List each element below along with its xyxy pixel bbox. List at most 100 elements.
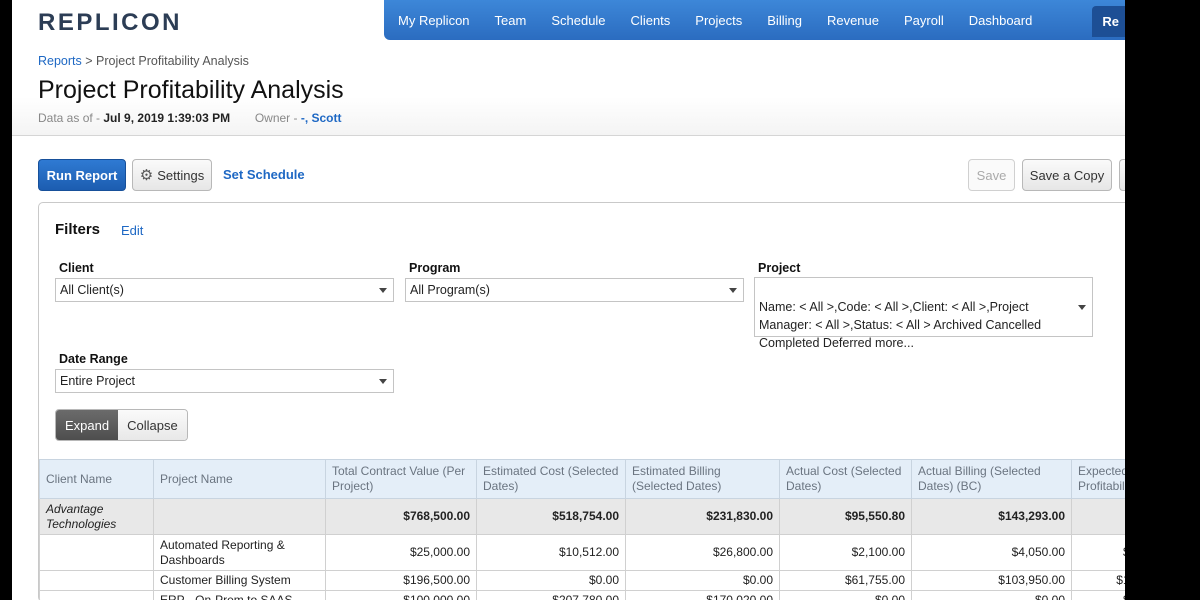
date-range-value: Entire Project bbox=[60, 374, 136, 388]
table-cell bbox=[1071, 498, 1125, 535]
table-cell: $0.00 bbox=[625, 570, 780, 591]
filters-panel: Filters Edit Client All Client(s) Progra… bbox=[38, 202, 1125, 600]
table-row[interactable]: Customer Billing System $196,500.00 $0.0… bbox=[39, 570, 1125, 591]
table-cell: $0.00 bbox=[476, 570, 626, 591]
project-name-cell: Customer Billing System bbox=[153, 570, 326, 591]
settings-button[interactable]: ⚙ Settings bbox=[132, 159, 212, 191]
group-project-name bbox=[153, 498, 326, 535]
data-as-of-label: Data as of - bbox=[38, 111, 104, 125]
chevron-down-icon bbox=[729, 288, 737, 293]
table-cell bbox=[39, 534, 154, 571]
nav-clients[interactable]: Clients bbox=[631, 13, 671, 28]
nav-dashboard[interactable]: Dashboard bbox=[969, 13, 1033, 28]
program-filter-label: Program bbox=[409, 261, 461, 275]
table-cell: $25,000.00 bbox=[325, 534, 477, 571]
data-as-of-value: Jul 9, 2019 1:39:03 PM bbox=[103, 111, 231, 125]
program-select-value: All Program(s) bbox=[410, 283, 490, 297]
set-schedule-link[interactable]: Set Schedule bbox=[223, 167, 305, 182]
table-cell: $196 bbox=[1071, 570, 1125, 591]
client-select[interactable]: All Client(s) bbox=[55, 278, 394, 302]
table-cell: $61,755.00 bbox=[779, 570, 912, 591]
expand-collapse-toggle: Expand Collapse bbox=[55, 409, 188, 441]
chevron-down-icon bbox=[379, 288, 387, 293]
owner-link[interactable]: -, Scott bbox=[301, 111, 342, 125]
table-cell: $170,020.00 bbox=[625, 590, 780, 600]
app-window: REPLICON My Replicon Team Schedule Clien… bbox=[12, 0, 1125, 600]
breadcrumb-separator: > bbox=[81, 54, 97, 68]
table-cell: $143,293.00 bbox=[911, 498, 1072, 535]
run-report-button[interactable]: Run Report bbox=[38, 159, 126, 191]
table-row[interactable]: ERP - On-Prem to SAAS $100,000.00 $207,7… bbox=[39, 590, 1125, 600]
column-header-project-name[interactable]: Project Name bbox=[153, 459, 326, 499]
table-cell bbox=[39, 570, 154, 591]
collapse-button[interactable]: Collapse bbox=[118, 410, 187, 440]
chevron-down-icon bbox=[1078, 305, 1086, 310]
report-meta: Data as of - Jul 9, 2019 1:39:03 PM Owne… bbox=[38, 111, 342, 125]
chevron-down-icon bbox=[379, 379, 387, 384]
column-header-expected-profitability[interactable]: Expected Profitability bbox=[1071, 459, 1125, 499]
table-cell: $10,512.00 bbox=[476, 534, 626, 571]
column-header-total-contract-value[interactable]: Total Contract Value (Per Project) bbox=[325, 459, 477, 499]
page-header: Reports > Project Profitability Analysis… bbox=[12, 40, 1125, 136]
project-filter-label: Project bbox=[758, 261, 801, 275]
table-group-row[interactable]: Advantage Technologies $768,500.00 $518,… bbox=[39, 498, 1125, 535]
program-select[interactable]: All Program(s) bbox=[405, 278, 744, 302]
project-select-value: Name: < All >,Code: < All >,Client: < Al… bbox=[759, 300, 1042, 350]
page-title: Project Profitability Analysis bbox=[38, 76, 344, 104]
table-cell: $196,500.00 bbox=[325, 570, 477, 591]
table-cell bbox=[39, 590, 154, 600]
nav-billing[interactable]: Billing bbox=[767, 13, 802, 28]
expand-button[interactable]: Expand bbox=[56, 410, 119, 440]
nav-revenue[interactable]: Revenue bbox=[827, 13, 879, 28]
table-row[interactable]: Automated Reporting & Dashboards $25,000… bbox=[39, 534, 1125, 571]
filters-title: Filters bbox=[55, 221, 101, 238]
nav-payroll[interactable]: Payroll bbox=[904, 13, 944, 28]
nav-schedule[interactable]: Schedule bbox=[551, 13, 605, 28]
column-header-actual-billing[interactable]: Actual Billing (Selected Dates) (BC) bbox=[911, 459, 1072, 499]
client-filter-label: Client bbox=[59, 261, 94, 275]
nav-reports-active[interactable]: Re bbox=[1092, 6, 1125, 37]
table-cell: $4,050.00 bbox=[911, 534, 1072, 571]
group-client-name: Advantage Technologies bbox=[39, 498, 154, 535]
settings-label: Settings bbox=[157, 167, 205, 183]
table-cell: $2,100.00 bbox=[779, 534, 912, 571]
nav-my-replicon[interactable]: My Replicon bbox=[398, 13, 470, 28]
save-button[interactable]: Save bbox=[968, 159, 1015, 191]
filters-edit-link[interactable]: Edit bbox=[121, 223, 143, 238]
client-select-value: All Client(s) bbox=[60, 283, 124, 297]
breadcrumb-reports-link[interactable]: Reports bbox=[38, 54, 82, 68]
owner-label: Owner - bbox=[254, 111, 301, 125]
table-cell: $231,830.00 bbox=[625, 498, 780, 535]
table-cell: $95,550.80 bbox=[779, 498, 912, 535]
more-actions-button[interactable] bbox=[1119, 159, 1125, 191]
table-cell: $207,780.00 bbox=[476, 590, 626, 600]
column-header-estimated-billing[interactable]: Estimated Billing (Selected Dates) bbox=[625, 459, 780, 499]
report-table: Client Name Project Name Total Contract … bbox=[39, 459, 1125, 600]
table-cell: $518,754.00 bbox=[476, 498, 626, 535]
date-range-label: Date Range bbox=[59, 352, 128, 366]
table-cell: $26,800.00 bbox=[625, 534, 780, 571]
table-cell: $100,000.00 bbox=[325, 590, 477, 600]
breadcrumb-current: Project Profitability Analysis bbox=[96, 54, 249, 68]
table-cell: $0.00 bbox=[911, 590, 1072, 600]
table-cell: $103,950.00 bbox=[911, 570, 1072, 591]
project-name-cell: Automated Reporting & Dashboards bbox=[153, 534, 326, 571]
replicon-logo[interactable]: REPLICON bbox=[38, 9, 182, 37]
gear-icon: ⚙ bbox=[139, 167, 154, 184]
column-header-actual-cost[interactable]: Actual Cost (Selected Dates) bbox=[779, 459, 912, 499]
save-copy-button[interactable]: Save a Copy bbox=[1022, 159, 1112, 191]
nav-projects[interactable]: Projects bbox=[695, 13, 742, 28]
breadcrumb: Reports > Project Profitability Analysis bbox=[38, 54, 249, 68]
column-header-client-name[interactable]: Client Name bbox=[39, 459, 154, 499]
table-cell: $768,500.00 bbox=[325, 498, 477, 535]
nav-team[interactable]: Team bbox=[495, 13, 527, 28]
date-range-select[interactable]: Entire Project bbox=[55, 369, 394, 393]
project-name-cell: ERP - On-Prem to SAAS bbox=[153, 590, 326, 600]
column-header-estimated-cost[interactable]: Estimated Cost (Selected Dates) bbox=[476, 459, 626, 499]
table-cell: $0.00 bbox=[779, 590, 912, 600]
table-header-row: Client Name Project Name Total Contract … bbox=[39, 459, 1125, 499]
table-cell: $62 bbox=[1071, 590, 1125, 600]
table-cell: $41 bbox=[1071, 534, 1125, 571]
project-select[interactable]: Name: < All >,Code: < All >,Client: < Al… bbox=[754, 277, 1093, 350]
top-bar: REPLICON My Replicon Team Schedule Clien… bbox=[12, 0, 1125, 40]
